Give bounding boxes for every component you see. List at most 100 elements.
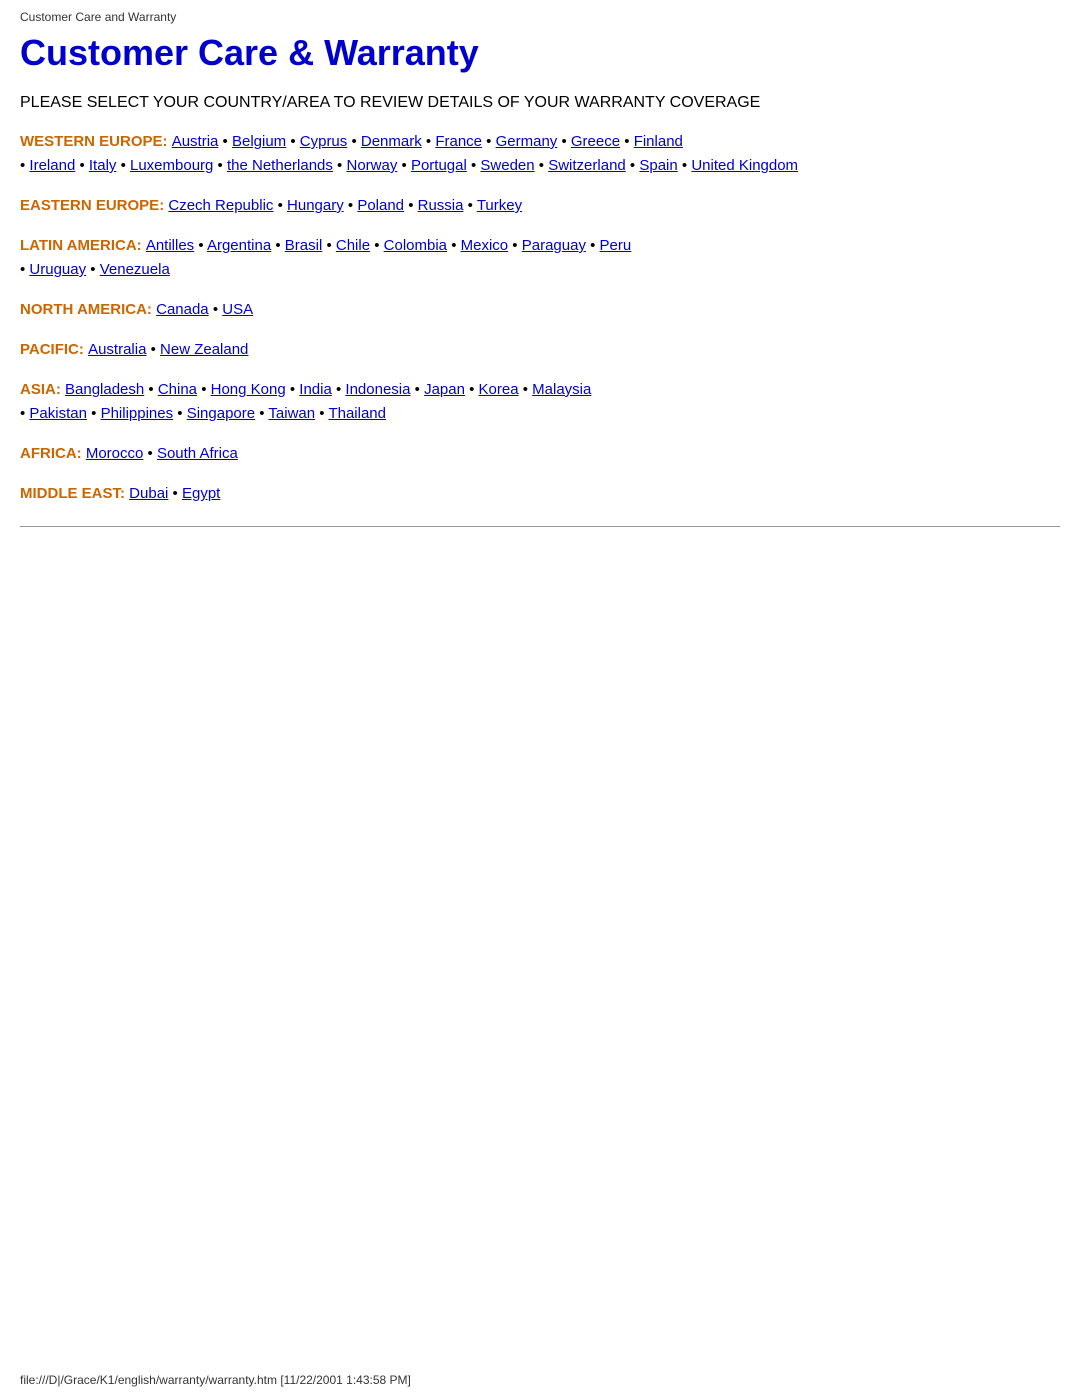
bullet-separator: • — [397, 157, 411, 174]
country-link-turkey[interactable]: Turkey — [477, 197, 522, 214]
bullet-separator: • — [213, 157, 227, 174]
country-link-morocco[interactable]: Morocco — [86, 445, 144, 462]
bullet-separator: • — [20, 157, 29, 174]
bullet-separator: • — [620, 133, 634, 150]
country-link-france[interactable]: France — [435, 133, 482, 150]
country-link-malaysia[interactable]: Malaysia — [532, 381, 591, 398]
region-label-africa: AFRICA: — [20, 445, 86, 462]
country-link-the-netherlands[interactable]: the Netherlands — [227, 157, 333, 174]
bullet-separator: • — [344, 197, 358, 214]
bullet-separator: • — [557, 133, 571, 150]
bullet-separator: • — [286, 133, 300, 150]
bullet-separator: • — [370, 237, 384, 254]
bullet-separator: • — [87, 405, 101, 422]
bullet-separator: • — [586, 237, 600, 254]
country-link-sweden[interactable]: Sweden — [480, 157, 534, 174]
country-link-italy[interactable]: Italy — [89, 157, 117, 174]
bullet-separator: • — [404, 197, 418, 214]
bullet-separator: • — [194, 237, 207, 254]
browser-tab: Customer Care and Warranty — [20, 10, 1060, 24]
region-pacific: PACIFIC: Australia • New Zealand — [20, 338, 1060, 362]
country-link-new-zealand[interactable]: New Zealand — [160, 341, 248, 358]
bullet-separator: • — [209, 301, 223, 318]
country-link-india[interactable]: India — [299, 381, 332, 398]
bullet-separator: • — [168, 485, 182, 502]
country-link-austria[interactable]: Austria — [172, 133, 219, 150]
region-latin-america: LATIN AMERICA: Antilles • Argentina • Br… — [20, 234, 1060, 282]
country-link-japan[interactable]: Japan — [424, 381, 465, 398]
country-link-argentina[interactable]: Argentina — [207, 237, 271, 254]
bullet-separator: • — [447, 237, 461, 254]
country-link-indonesia[interactable]: Indonesia — [345, 381, 410, 398]
bullet-separator: • — [218, 133, 232, 150]
regions-container: WESTERN EUROPE: Austria • Belgium • Cypr… — [20, 130, 1060, 506]
country-link-czech-republic[interactable]: Czech Republic — [168, 197, 273, 214]
country-link-finland[interactable]: Finland — [634, 133, 683, 150]
subtitle: PLEASE SELECT YOUR COUNTRY/AREA TO REVIE… — [20, 94, 1060, 112]
country-link-paraguay[interactable]: Paraguay — [522, 237, 586, 254]
country-link-brasil[interactable]: Brasil — [285, 237, 323, 254]
country-link-hungary[interactable]: Hungary — [287, 197, 344, 214]
country-link-venezuela[interactable]: Venezuela — [100, 261, 170, 278]
country-link-norway[interactable]: Norway — [346, 157, 397, 174]
country-link-south-africa[interactable]: South Africa — [157, 445, 238, 462]
country-link-antilles[interactable]: Antilles — [146, 237, 194, 254]
country-link-united-kingdom[interactable]: United Kingdom — [691, 157, 798, 174]
country-link-china[interactable]: China — [158, 381, 197, 398]
country-link-spain[interactable]: Spain — [639, 157, 677, 174]
country-link-korea[interactable]: Korea — [479, 381, 519, 398]
country-link-thailand[interactable]: Thailand — [328, 405, 386, 422]
bullet-separator: • — [463, 197, 476, 214]
region-label-eastern-europe: EASTERN EUROPE: — [20, 197, 168, 214]
country-link-pakistan[interactable]: Pakistan — [29, 405, 87, 422]
bullet-separator: • — [86, 261, 100, 278]
country-link-taiwan[interactable]: Taiwan — [268, 405, 315, 422]
bullet-separator: • — [20, 405, 29, 422]
region-label-middle-east: MIDDLE EAST: — [20, 485, 129, 502]
country-link-russia[interactable]: Russia — [418, 197, 464, 214]
region-label-pacific: PACIFIC: — [20, 341, 88, 358]
bullet-separator: • — [273, 197, 287, 214]
country-link-cyprus[interactable]: Cyprus — [300, 133, 348, 150]
bullet-separator: • — [255, 405, 268, 422]
country-link-colombia[interactable]: Colombia — [384, 237, 447, 254]
country-link-egypt[interactable]: Egypt — [182, 485, 220, 502]
bullet-separator: • — [678, 157, 692, 174]
country-link-ireland[interactable]: Ireland — [29, 157, 75, 174]
country-link-belgium[interactable]: Belgium — [232, 133, 286, 150]
bullet-separator: • — [286, 381, 300, 398]
section-divider — [20, 526, 1060, 527]
country-link-portugal[interactable]: Portugal — [411, 157, 467, 174]
bullet-separator: • — [535, 157, 549, 174]
bullet-separator: • — [333, 157, 347, 174]
region-asia: ASIA: Bangladesh • China • Hong Kong • I… — [20, 378, 1060, 426]
country-link-peru[interactable]: Peru — [600, 237, 632, 254]
bullet-separator: • — [271, 237, 285, 254]
country-link-mexico[interactable]: Mexico — [461, 237, 509, 254]
country-link-switzerland[interactable]: Switzerland — [548, 157, 626, 174]
country-link-luxembourg[interactable]: Luxembourg — [130, 157, 213, 174]
country-link-canada[interactable]: Canada — [156, 301, 209, 318]
country-link-poland[interactable]: Poland — [357, 197, 404, 214]
country-link-dubai[interactable]: Dubai — [129, 485, 168, 502]
country-link-uruguay[interactable]: Uruguay — [29, 261, 86, 278]
country-link-philippines[interactable]: Philippines — [101, 405, 174, 422]
region-label-latin-america: LATIN AMERICA: — [20, 237, 146, 254]
country-link-australia[interactable]: Australia — [88, 341, 146, 358]
country-link-singapore[interactable]: Singapore — [187, 405, 255, 422]
bullet-separator: • — [467, 157, 481, 174]
country-link-hong-kong[interactable]: Hong Kong — [211, 381, 286, 398]
region-north-america: NORTH AMERICA: Canada • USA — [20, 298, 1060, 322]
bullet-separator: • — [75, 157, 89, 174]
country-link-chile[interactable]: Chile — [336, 237, 370, 254]
country-link-denmark[interactable]: Denmark — [361, 133, 422, 150]
country-link-germany[interactable]: Germany — [496, 133, 558, 150]
bullet-separator: • — [422, 133, 436, 150]
region-label-western-europe: WESTERN EUROPE: — [20, 133, 172, 150]
bullet-separator: • — [146, 341, 160, 358]
country-link-usa[interactable]: USA — [222, 301, 253, 318]
bullet-separator: • — [519, 381, 533, 398]
country-link-greece[interactable]: Greece — [571, 133, 620, 150]
bullet-separator: • — [332, 381, 346, 398]
country-link-bangladesh[interactable]: Bangladesh — [65, 381, 144, 398]
